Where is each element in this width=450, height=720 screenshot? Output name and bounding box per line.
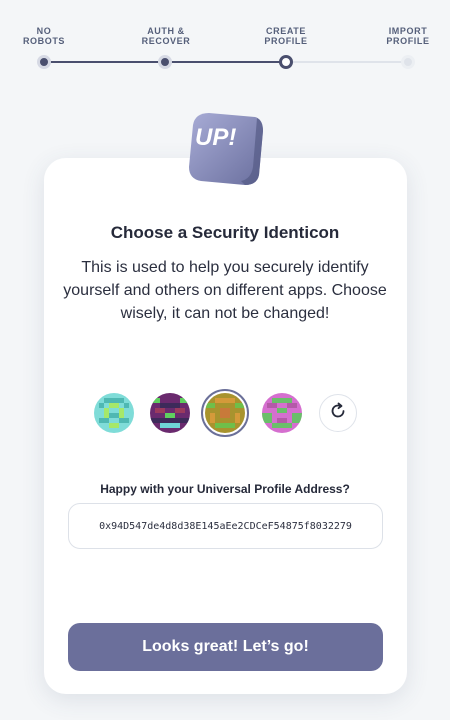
- svg-text:UP!: UP!: [195, 124, 236, 151]
- identicon-option-3-selected[interactable]: [205, 393, 245, 433]
- looks-great-button[interactable]: Looks great! Let’s go!: [68, 623, 383, 671]
- identicon-option-2[interactable]: [150, 393, 190, 433]
- address-value: 0x94D547de4d8d38E145aEe2CDCeF54875f80322…: [99, 520, 352, 532]
- progress-stepper: NO ROBOTS AUTH & RECOVER CREATE PROFILE IMP…: [0, 0, 450, 80]
- step-label-create-profile: CREATE PROFILE: [264, 26, 308, 46]
- page-title: Choose a Security Identicon: [110, 223, 340, 242]
- page-subtitle: This is used to help you securely identi…: [63, 259, 387, 322]
- step-label-auth-recover: AUTH & RECOVER: [141, 26, 191, 46]
- step-dot-auth-recover: [158, 55, 172, 69]
- identicon-option-4[interactable]: [262, 393, 302, 433]
- up-logo: UP!: [185, 107, 265, 187]
- step-label-import-profile: IMPORT PROFILE: [386, 26, 430, 46]
- refresh-identicons-button[interactable]: [319, 394, 357, 432]
- progress-track-pending: [286, 61, 408, 63]
- step-dot-import-profile: [401, 55, 415, 69]
- identicon-option-1[interactable]: [94, 393, 134, 433]
- address-field[interactable]: 0x94D547de4d8d38E145aEe2CDCeF54875f80322…: [68, 503, 383, 549]
- step-label-no-robots: NO ROBOTS: [22, 26, 66, 46]
- address-label: Happy with your Universal Profile Addres…: [100, 482, 350, 496]
- looks-great-button-label: Looks great! Let’s go!: [142, 638, 309, 655]
- step-dot-create-profile: [279, 55, 293, 69]
- step-dot-no-robots: [37, 55, 51, 69]
- refresh-icon: [328, 401, 348, 426]
